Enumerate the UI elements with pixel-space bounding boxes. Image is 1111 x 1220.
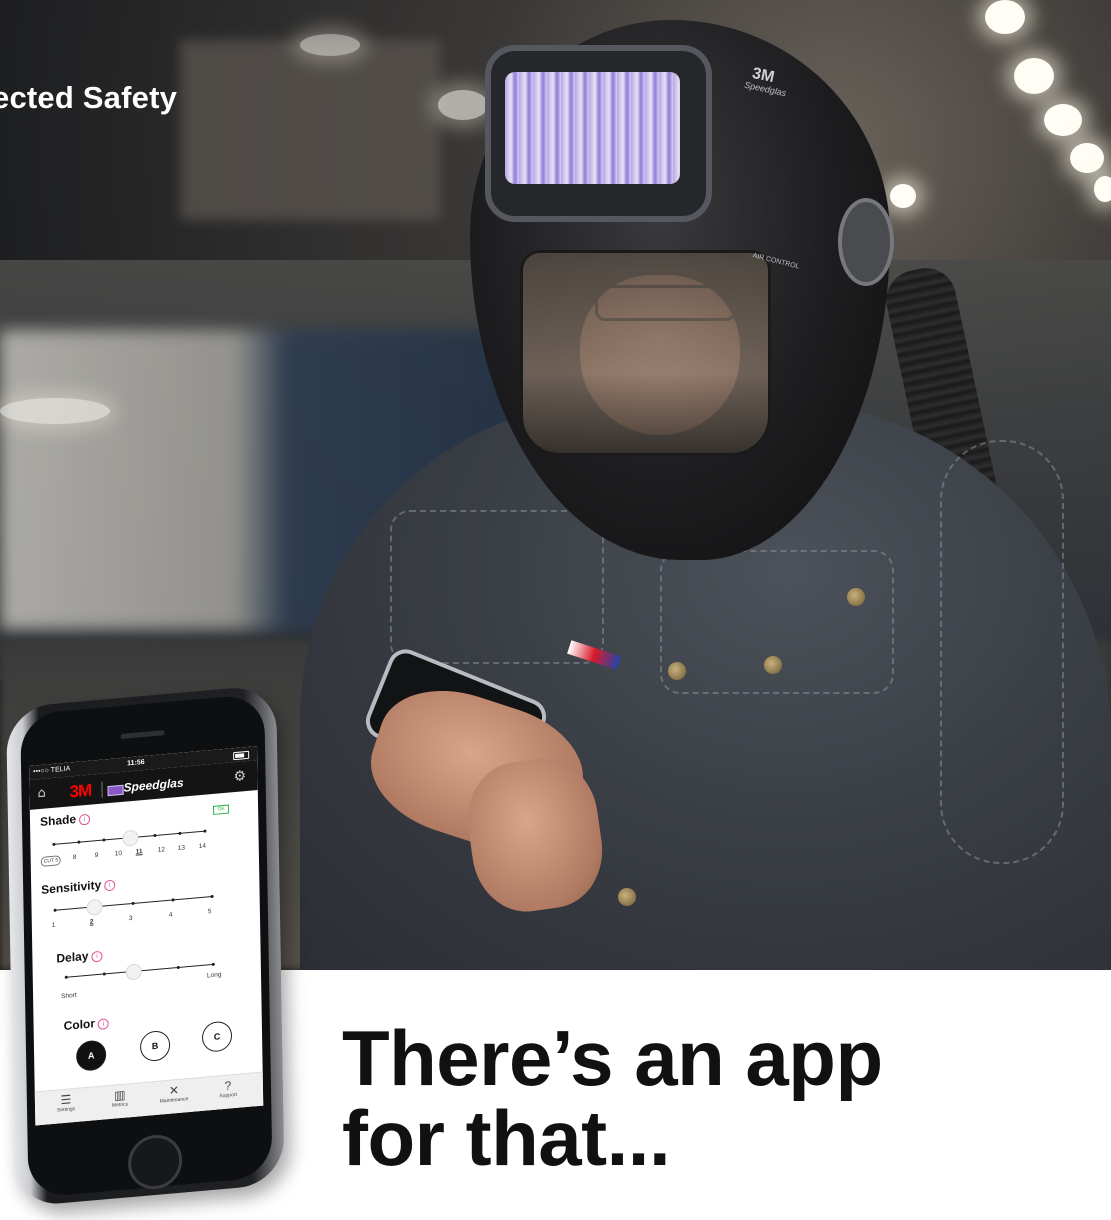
jacket-button xyxy=(618,888,636,906)
sensitivity-section: Sensitivity i 1 2 3 4 5 xyxy=(41,865,250,939)
slider-tick xyxy=(53,908,57,912)
speedglas-logo-icon xyxy=(107,784,124,797)
jacket-seam xyxy=(940,440,1064,864)
sensitivity-tick[interactable]: 3 xyxy=(129,915,133,922)
delay-title-text: Delay xyxy=(56,948,89,966)
headline-line-2: for that... xyxy=(342,1094,671,1182)
tab-maintenance[interactable]: ✕ Maintenance xyxy=(149,1081,199,1105)
sensitivity-tick-selected[interactable]: 2 xyxy=(90,918,94,925)
info-icon[interactable]: i xyxy=(78,813,91,826)
sensitivity-tick[interactable]: 4 xyxy=(169,911,173,918)
ceiling-light xyxy=(1044,104,1082,136)
ceiling-light xyxy=(300,34,360,56)
ceiling-light xyxy=(1014,58,1054,94)
ceiling-light xyxy=(1094,176,1111,202)
shade-tick[interactable]: 8 xyxy=(73,854,77,861)
slider-tick xyxy=(210,894,214,899)
headline: There’s an app for that... xyxy=(342,1018,883,1178)
color-option-c[interactable]: C xyxy=(201,1020,233,1053)
sensitivity-title: Sensitivity i xyxy=(41,865,249,897)
color-title-text: Color xyxy=(63,1016,96,1034)
shade-section: Shade i CUT 5 8 9 10 11 12 13 14 xyxy=(40,797,249,871)
smartphone-mockup: •••○○ TELIA 11:56 ⌂ 3M Speedglas ⚙ OK Sh… xyxy=(6,684,285,1216)
color-section: Color i A B C xyxy=(44,1003,253,1085)
shade-slider[interactable] xyxy=(52,829,207,847)
info-icon[interactable]: i xyxy=(104,879,116,892)
product-logo: Speedglas xyxy=(123,775,184,795)
tab-settings[interactable]: ☰ Settings xyxy=(41,1091,91,1115)
app-screen: •••○○ TELIA 11:56 ⌂ 3M Speedglas ⚙ OK Sh… xyxy=(29,746,264,1126)
shade-tick[interactable]: 9 xyxy=(95,852,99,859)
shade-tick[interactable]: 13 xyxy=(178,844,185,852)
sensitivity-tick[interactable]: 5 xyxy=(208,908,212,915)
phone-home-button[interactable] xyxy=(127,1132,183,1192)
info-icon[interactable]: i xyxy=(91,950,103,963)
background-shelving xyxy=(180,40,440,220)
brand-logo: 3M xyxy=(69,780,92,802)
slider-tick xyxy=(211,962,215,967)
delay-min-label: Short xyxy=(61,991,77,1001)
air-control-knob xyxy=(838,198,894,286)
delay-section: Delay i Short Long xyxy=(42,935,251,1009)
jacket-button xyxy=(764,656,782,674)
jacket-button xyxy=(847,588,865,606)
shade-tick[interactable]: 10 xyxy=(115,850,122,858)
shade-title-text: Shade xyxy=(39,811,77,830)
face-visor xyxy=(520,250,771,456)
headline-line-1: There’s an app xyxy=(342,1014,883,1102)
ceiling-light xyxy=(1070,143,1104,173)
gear-icon[interactable]: ⚙ xyxy=(233,768,246,785)
slider-tick xyxy=(153,833,157,838)
phone-speaker xyxy=(120,730,165,739)
delay-slider[interactable] xyxy=(64,962,215,981)
phone-shell: •••○○ TELIA 11:56 ⌂ 3M Speedglas ⚙ OK Sh… xyxy=(6,684,285,1208)
slider-tick xyxy=(64,975,68,979)
slider-tick xyxy=(176,965,180,970)
ceiling-light xyxy=(985,0,1025,34)
delay-slider-thumb[interactable] xyxy=(125,963,142,981)
shade-slider-thumb[interactable] xyxy=(122,829,139,847)
slider-tick xyxy=(203,829,207,833)
slider-tick xyxy=(52,842,56,846)
tab-support[interactable]: ? Support xyxy=(203,1076,253,1100)
ceiling-light xyxy=(0,398,110,424)
slider-tick xyxy=(131,901,135,906)
ceiling-light xyxy=(438,90,488,120)
delay-title: Delay i xyxy=(42,935,250,967)
cut-mode-pill[interactable]: CUT 5 xyxy=(40,855,62,867)
shade-tick[interactable]: 12 xyxy=(158,846,165,854)
slider-tick xyxy=(178,831,182,835)
sensitivity-tick[interactable]: 1 xyxy=(52,922,56,929)
jacket-button xyxy=(668,662,686,680)
page-header-title: ected Safety xyxy=(0,80,178,115)
color-option-a[interactable]: A xyxy=(75,1039,107,1072)
delay-max-label: Long xyxy=(206,971,222,980)
carrier-label: •••○○ TELIA xyxy=(33,765,71,776)
shade-tick[interactable]: 14 xyxy=(199,843,206,851)
tab-metrics[interactable]: ▥ Metrics xyxy=(95,1086,145,1110)
status-time: 11:56 xyxy=(127,758,145,768)
welding-filter-lens xyxy=(505,72,680,184)
battery-icon xyxy=(233,750,250,761)
sensitivity-slider-thumb[interactable] xyxy=(86,898,103,916)
color-option-b[interactable]: B xyxy=(139,1029,171,1063)
shade-tick-selected[interactable]: 11 xyxy=(136,848,143,856)
sensitivity-title-text: Sensitivity xyxy=(41,877,102,897)
slider-tick xyxy=(102,972,106,976)
sensitivity-slider[interactable] xyxy=(53,894,214,916)
info-icon[interactable]: i xyxy=(97,1018,110,1031)
ceiling-light xyxy=(890,184,916,208)
slider-tick xyxy=(102,838,106,842)
home-icon[interactable]: ⌂ xyxy=(37,786,46,802)
slider-tick xyxy=(77,840,81,844)
slider-tick xyxy=(171,898,175,902)
logo-divider xyxy=(101,781,103,798)
